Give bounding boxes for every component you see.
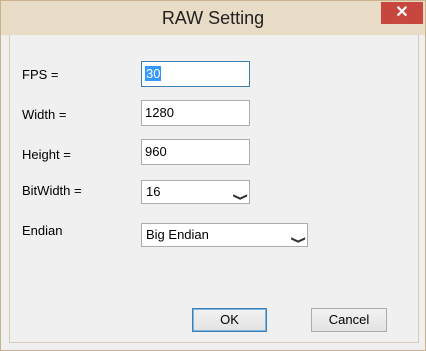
close-icon: ✕ xyxy=(395,4,409,21)
width-label: Width = xyxy=(22,107,67,122)
height-label: Height = xyxy=(22,147,71,162)
height-input[interactable]: 960 xyxy=(141,139,250,165)
fps-value: 30 xyxy=(145,66,162,81)
width-input[interactable]: 1280 xyxy=(141,100,250,126)
cancel-button[interactable]: Cancel xyxy=(311,308,387,332)
fps-label: FPS = xyxy=(22,67,59,82)
bitwidth-select[interactable]: 16 ❯ xyxy=(141,180,250,204)
chevron-down-icon: ❯ xyxy=(231,192,248,202)
bitwidth-value: 16 xyxy=(146,184,161,199)
dialog-body: FPS = 30 Width = 1280 Height = 960 BitWi… xyxy=(9,35,419,343)
raw-setting-dialog: RAW Setting ✕ FPS = 30 Width = 1280 Heig… xyxy=(0,0,426,351)
endian-label: Endian xyxy=(22,223,63,238)
endian-select[interactable]: Big Endian ❯ xyxy=(141,223,308,247)
close-button[interactable]: ✕ xyxy=(381,2,423,24)
title-bar[interactable]: RAW Setting ✕ xyxy=(1,1,425,35)
fps-input[interactable]: 30 xyxy=(141,61,250,87)
ok-button[interactable]: OK xyxy=(192,308,267,332)
bitwidth-label: BitWidth = xyxy=(22,183,82,198)
dialog-title: RAW Setting xyxy=(161,8,265,28)
chevron-down-icon: ❯ xyxy=(289,235,306,245)
endian-value: Big Endian xyxy=(146,227,209,242)
